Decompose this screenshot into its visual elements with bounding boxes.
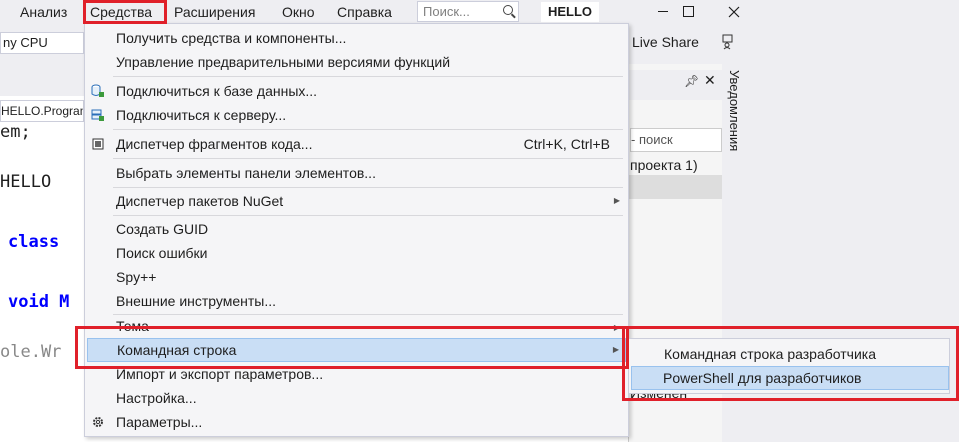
code-line: em; xyxy=(0,122,31,142)
code-line: void M xyxy=(8,292,69,312)
menu-item-preview-features[interactable]: Управление предварительными версиями фун… xyxy=(85,50,628,74)
code-keyword: class xyxy=(8,232,60,252)
close-button[interactable] xyxy=(712,0,758,24)
search-placeholder: Поиск... xyxy=(423,4,470,19)
menu-item-spy[interactable]: Spy++ xyxy=(85,265,628,289)
menu-help[interactable]: Справка xyxy=(333,0,396,24)
code-line: HELLO xyxy=(0,172,52,192)
solution-name-badge: HELLO xyxy=(541,2,599,22)
pin-icon[interactable]: 📌︎ xyxy=(684,74,699,88)
menu-tools[interactable]: Средства xyxy=(86,0,156,24)
menu-item-get-tools[interactable]: Получить средства и компоненты... xyxy=(85,26,628,50)
menu-item-customize[interactable]: Настройка... xyxy=(85,386,628,410)
submenu-arrow-icon: ▶ xyxy=(613,323,620,332)
menu-extensions[interactable]: Расширения xyxy=(170,0,259,24)
submenu-arrow-icon: ▶ xyxy=(613,196,620,205)
maximize-button[interactable] xyxy=(665,0,711,24)
menu-item-connect-server[interactable]: Подключиться к серверу... xyxy=(85,103,628,127)
snippet-icon xyxy=(92,138,104,150)
search-input[interactable]: Поиск... xyxy=(417,1,519,22)
menu-item-choose-toolbox[interactable]: Выбрать элементы панели элементов... xyxy=(85,161,628,185)
platform-combo[interactable]: ny CPU xyxy=(0,32,84,54)
menu-separator xyxy=(113,76,623,77)
panel-search[interactable]: - поиск xyxy=(630,128,722,152)
menu-item-external-tools[interactable]: Внешние инструменты... xyxy=(85,289,628,313)
menu-separator xyxy=(113,187,623,188)
panel-header: 📌︎ ✕ xyxy=(628,70,722,100)
command-line-submenu: Командная строка разработчика PowerShell… xyxy=(628,338,950,394)
menu-item-options[interactable]: Параметры... xyxy=(85,410,628,434)
live-share-button[interactable]: Live Share xyxy=(632,34,699,50)
code-keyword: void M xyxy=(8,292,70,312)
submenu-arrow-icon: ▶ xyxy=(612,345,619,354)
menu-separator xyxy=(113,129,623,130)
menu-item-snippets-manager[interactable]: Диспетчер фрагментов кода... Ctrl+K, Ctr… xyxy=(85,132,628,156)
menu-item-create-guid[interactable]: Создать GUID xyxy=(85,217,628,241)
menu-window[interactable]: Окно xyxy=(278,0,319,24)
code-line: ole.Wr xyxy=(0,342,62,362)
close-panel-icon[interactable]: ✕ xyxy=(704,72,716,89)
editor-tabstrip xyxy=(0,64,84,96)
menu-item-nuget[interactable]: Диспетчер пакетов NuGet ▶ xyxy=(85,189,628,213)
selected-row[interactable] xyxy=(628,175,722,199)
shortcut-text: Ctrl+K, Ctrl+B xyxy=(523,136,610,152)
menu-bar: Анализ Средства Расширения Окно Справка … xyxy=(0,0,959,24)
feedback-icon[interactable] xyxy=(721,34,737,50)
tools-menu-dropdown: Получить средства и компоненты... Управл… xyxy=(84,23,629,437)
server-icon xyxy=(91,109,104,121)
submenu-item-dev-powershell[interactable]: PowerShell для разработчиков xyxy=(631,366,949,390)
menu-item-theme[interactable]: Тема ▶ xyxy=(85,316,628,336)
menu-item-connect-db[interactable]: Подключиться к базе данных... xyxy=(85,79,628,103)
menu-item-command-line[interactable]: Командная строка ▶ xyxy=(87,338,626,362)
gear-icon xyxy=(93,417,103,427)
menu-separator xyxy=(113,314,623,315)
submenu-item-dev-command-prompt[interactable]: Командная строка разработчика xyxy=(631,342,949,366)
menu-item-import-export[interactable]: Импорт и экспорт параметров... xyxy=(85,362,628,386)
database-icon xyxy=(91,84,104,97)
menu-separator xyxy=(113,158,623,159)
maximize-icon xyxy=(683,6,694,17)
notifications-tab[interactable]: Уведомления xyxy=(727,70,742,151)
menu-separator xyxy=(113,215,623,216)
search-icon xyxy=(503,5,513,15)
menu-analysis[interactable]: Анализ xyxy=(16,0,71,24)
project-label: проекта 1) xyxy=(630,157,698,173)
menu-item-error-lookup[interactable]: Поиск ошибки xyxy=(85,241,628,265)
close-icon xyxy=(728,6,740,18)
editor-tab[interactable]: HELLO.Program xyxy=(0,100,84,122)
